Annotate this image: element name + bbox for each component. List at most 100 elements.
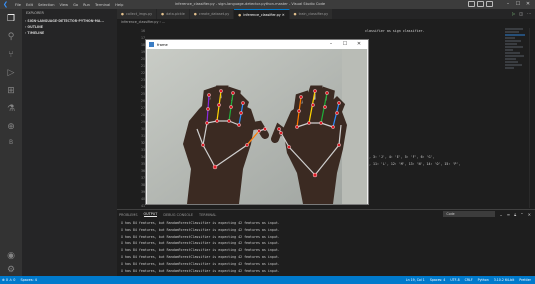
frame-window-controls: – ☐ ✕	[324, 41, 366, 48]
close-panel-icon[interactable]: ✕	[528, 212, 531, 217]
run-icon[interactable]: ▷	[512, 11, 515, 16]
minimize-button[interactable]: –	[503, 1, 513, 8]
clear-output-icon[interactable]: ≡	[507, 212, 510, 217]
frame-maximize-button[interactable]: ☐	[338, 41, 352, 48]
editor-scrollbar[interactable]	[529, 28, 535, 208]
more-actions-icon[interactable]: ⋯	[527, 11, 531, 16]
language-mode[interactable]: Python	[478, 278, 489, 282]
indent-status[interactable]: Spaces: 4	[20, 278, 36, 282]
landmark-point	[337, 143, 341, 147]
landmark-point	[231, 91, 235, 95]
testing-icon[interactable]: ⚗	[4, 102, 18, 116]
output-log[interactable]: X has 84 features, but RandomForestClass…	[121, 220, 280, 274]
landmark-point	[241, 101, 245, 105]
landmark-point	[287, 145, 291, 149]
landmark-point	[325, 91, 329, 95]
account-icon[interactable]: ◉	[4, 249, 18, 263]
chevron-down-icon[interactable]: ⌄	[499, 212, 502, 217]
breadcrumb[interactable]: inference_classifier.py › ...	[121, 20, 165, 24]
cursor-position[interactable]: Ln 19, Col 1	[406, 278, 425, 282]
python-icon[interactable]: B	[4, 136, 18, 150]
extensions-icon[interactable]: ⊞	[4, 84, 18, 98]
lock-icon[interactable]: 🔒︎	[514, 212, 516, 217]
maximize-button[interactable]: ☐	[513, 1, 523, 8]
output-line: X has 84 features, but RandomForestClass…	[121, 268, 280, 273]
remote-icon[interactable]: ⊕	[4, 120, 18, 134]
tab-train-classifier[interactable]: ● train_classifier.py	[289, 9, 334, 19]
output-line: X has 84 features, but RandomForestClass…	[121, 241, 280, 246]
landmark-point	[215, 119, 219, 123]
vscode-logo-icon: ❮	[3, 0, 9, 8]
tab-data-pickle[interactable]: ● data.pickle	[157, 9, 190, 19]
landmark-point	[279, 131, 283, 135]
maximize-panel-icon[interactable]: ⌃	[520, 212, 523, 217]
menu-file[interactable]: File	[15, 3, 21, 7]
output-channel-select[interactable]: Code	[443, 211, 496, 217]
tab-inference-classifier[interactable]: ● inference_classifier.py ✕	[234, 9, 290, 19]
landmark-point	[239, 111, 243, 115]
landmark-point	[319, 121, 323, 125]
status-right: Ln 19, Col 1 Spaces: 4 UTF-8 CRLF Python…	[401, 278, 531, 282]
source-control-icon[interactable]: ⑂	[4, 48, 18, 62]
toggle-panel-icon[interactable]	[477, 1, 484, 7]
split-editor-icon[interactable]: ◫	[519, 11, 523, 16]
settings-gear-icon[interactable]: ⚙	[4, 263, 18, 277]
indentation[interactable]: Spaces: 4	[430, 278, 446, 282]
menu-go[interactable]: Go	[73, 3, 78, 7]
menu-selection[interactable]: Selection	[38, 3, 55, 7]
output-line: X has 84 features, but RandomForestClass…	[121, 254, 280, 259]
files-icon[interactable]: ❐	[4, 12, 18, 26]
tab-problems[interactable]: PROBLEMS	[119, 213, 138, 217]
landmark-point	[207, 93, 211, 97]
search-icon[interactable]: ⚲	[4, 30, 18, 44]
output-line: X has 84 features, but RandomForestClass…	[121, 227, 280, 232]
title-bar: ❮ File Edit Selection View Go Run Termin…	[0, 0, 535, 9]
run-debug-icon[interactable]: ▷	[4, 66, 18, 80]
output-line: X has 84 features, but RandomForestClass…	[121, 261, 280, 266]
window-controls: – ☐ ✕	[503, 1, 533, 8]
status-left: ⊗ 0 ⚠ 0 Spaces: 4	[2, 278, 42, 282]
landmark-point	[331, 125, 335, 129]
encoding[interactable]: UTF-8	[450, 278, 459, 282]
tab-terminal[interactable]: TERMINAL	[199, 213, 216, 217]
menu-help[interactable]: Help	[115, 3, 123, 7]
problems-status[interactable]: ⊗ 0 ⚠ 0	[2, 278, 15, 282]
tab-output[interactable]: OUTPUT	[143, 212, 158, 217]
tab-debug-console[interactable]: DEBUG CONSOLE	[163, 213, 193, 217]
timeline-section[interactable]: › TIMELINE	[22, 30, 117, 36]
landmark-point	[277, 127, 281, 131]
editor-tabs: ● collect_imgs.py ● data.pickle ● create_da…	[117, 9, 535, 19]
tab-collect-imgs[interactable]: ● collect_imgs.py	[117, 9, 158, 19]
panel-actions: Code ⌄ ≡ 🔒︎ ⌃ ✕	[443, 211, 531, 217]
file-icon: ●	[161, 12, 165, 16]
menu-terminal[interactable]: Terminal	[95, 3, 110, 7]
toggle-sidebar-icon[interactable]	[468, 1, 475, 7]
frame-minimize-button[interactable]: –	[324, 41, 338, 48]
menu-view[interactable]: View	[60, 3, 69, 7]
line-ending[interactable]: CRLF	[465, 278, 473, 282]
explorer-sidebar: EXPLORER › SIGN-LANGUAGE-DETECTOR-PYTHON…	[22, 9, 117, 276]
landmark-point	[312, 172, 318, 178]
interpreter[interactable]: 3.10.2 64-bit	[494, 278, 515, 282]
tab-create-dataset[interactable]: ● create_dataset.py	[189, 9, 235, 19]
toggle-secondary-sidebar-icon[interactable]	[486, 1, 493, 7]
landmark-point	[206, 107, 210, 111]
landmark-point	[205, 121, 209, 125]
frame-close-button[interactable]: ✕	[352, 41, 366, 48]
landmark-point	[335, 111, 339, 115]
python-file-icon: ●	[293, 12, 297, 16]
close-button[interactable]: ✕	[523, 1, 533, 8]
python-file-icon: ●	[193, 12, 197, 16]
landmark-point	[313, 89, 317, 93]
landmark-point	[219, 89, 223, 93]
landmark-point	[227, 119, 231, 123]
landmark-point	[337, 101, 341, 105]
opencv-frame-window[interactable]: frame – ☐ ✕	[145, 39, 369, 205]
landmark-point	[323, 105, 327, 109]
menu-run[interactable]: Run	[83, 3, 90, 7]
activity-bar: ❐ ⚲ ⑂ ▷ ⊞ ⚗ ⊕ B ◉ ⚙	[0, 9, 22, 276]
minimap[interactable]	[505, 28, 527, 208]
menu-edit[interactable]: Edit	[26, 3, 33, 7]
window-title: inference_classifier.py - sign-language-…	[175, 2, 326, 6]
formatter[interactable]: Prettier	[519, 278, 531, 282]
